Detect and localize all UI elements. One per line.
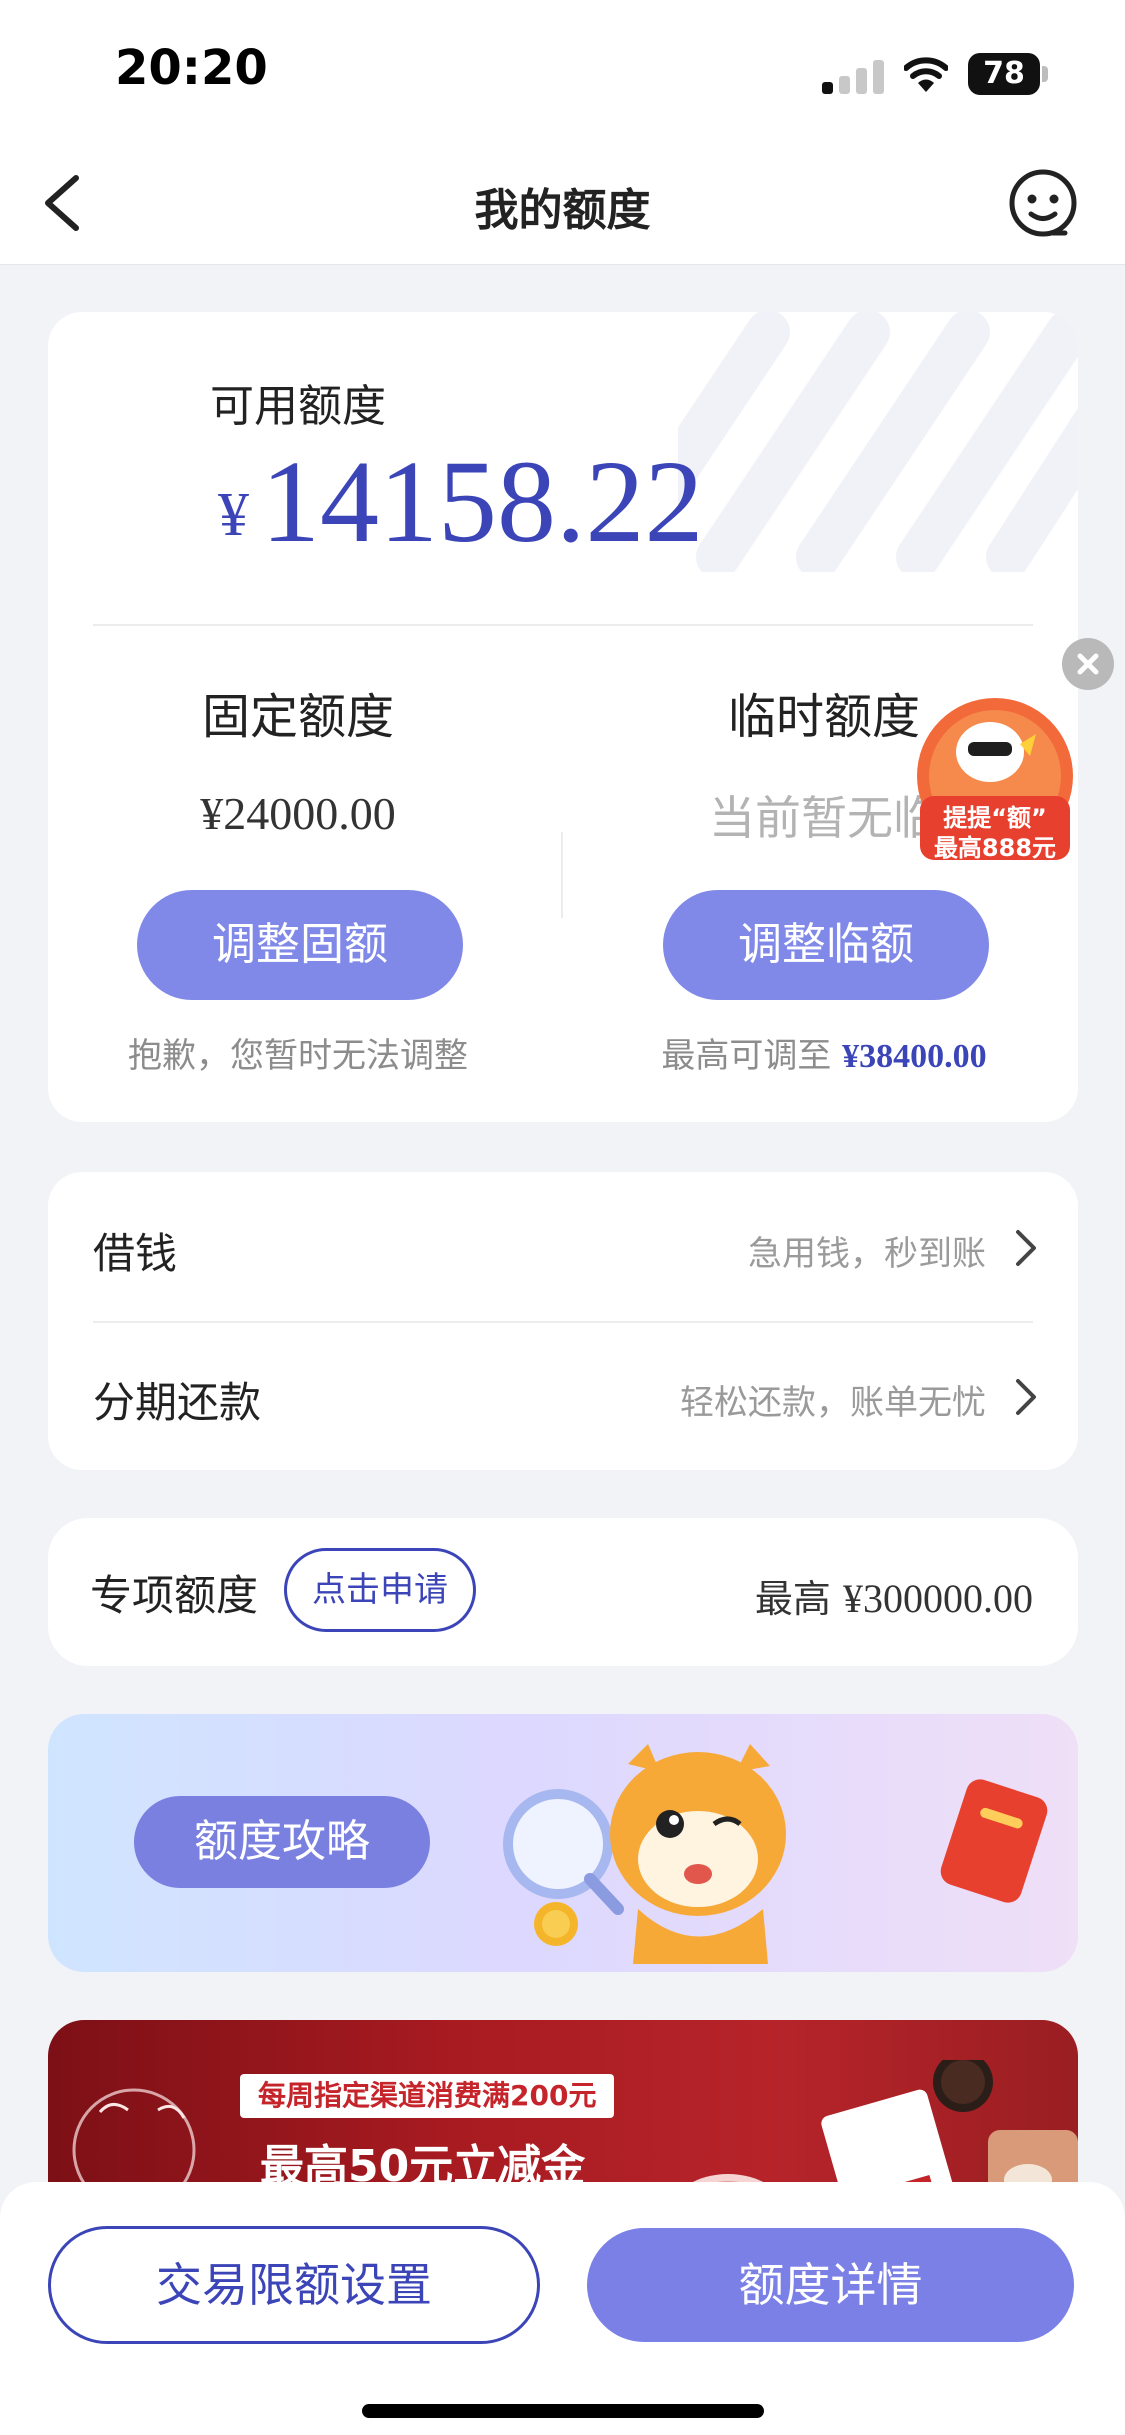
special-quota-card: 专项额度 点击申请 最高 ¥300000.00 bbox=[48, 1518, 1078, 1666]
divider-vertical bbox=[561, 832, 563, 918]
special-quota-label: 专项额度 bbox=[90, 1571, 259, 1620]
divider bbox=[93, 624, 1033, 626]
close-icon bbox=[1077, 653, 1099, 675]
status-bar: 20:20 78 bbox=[0, 0, 1125, 140]
tiger-mascot-illustration bbox=[503, 1744, 1048, 1964]
customer-service-icon[interactable] bbox=[1005, 167, 1081, 243]
service-list-card: 借钱 急用钱，秒到账 分期还款 轻松还款，账单无忧 bbox=[48, 1172, 1078, 1470]
wifi-icon bbox=[904, 57, 948, 92]
list-item-installment[interactable]: 分期还款 轻松还款，账单无忧 bbox=[48, 1321, 1078, 1470]
decorative-stripes bbox=[678, 312, 1078, 572]
list-item-desc: 轻松还款，账单无忧 bbox=[680, 1383, 986, 1423]
temporary-note-prefix: 最高可调至 bbox=[661, 1036, 832, 1076]
quota-boost-badge[interactable]: 提提“额” 最高888元 bbox=[910, 694, 1080, 864]
page-title: 我的额度 bbox=[474, 185, 651, 236]
battery-level: 78 bbox=[968, 53, 1040, 95]
special-quota-max: 最高 ¥300000.00 bbox=[755, 1568, 1033, 1623]
nav-bar: 我的额度 bbox=[0, 140, 1125, 265]
chevron-right-icon bbox=[1016, 1230, 1036, 1266]
available-amount-value: 14158.22 bbox=[261, 436, 704, 567]
cellular-signal-icon bbox=[822, 58, 884, 94]
apply-button[interactable]: 点击申请 bbox=[284, 1548, 476, 1632]
transaction-limit-settings-button[interactable]: 交易限额设置 bbox=[48, 2226, 540, 2344]
special-max-prefix: 最高 bbox=[754, 1577, 831, 1621]
bottom-action-bar: 交易限额设置 额度详情 bbox=[0, 2182, 1125, 2435]
home-indicator bbox=[362, 2404, 764, 2418]
adjust-temporary-quota-button[interactable]: 调整临额 bbox=[663, 890, 989, 1000]
fixed-quota-title: 固定额度 bbox=[201, 689, 394, 745]
battery-icon: 78 bbox=[968, 53, 1048, 95]
list-item-desc: 急用钱，秒到账 bbox=[748, 1234, 986, 1274]
chevron-right-icon bbox=[1016, 1379, 1036, 1415]
strategy-label: 额度攻略 bbox=[134, 1796, 430, 1888]
available-quota-label: 可用额度 bbox=[210, 381, 386, 432]
list-item-label: 分期还款 bbox=[93, 1378, 262, 1427]
my-quota-page: 20:20 78 我的额度 可用额度 ¥ 14158.22 固定额度 ¥2400… bbox=[0, 0, 1125, 2435]
promo-subtitle: 每周指定渠道消费满200元 bbox=[240, 2074, 615, 2118]
quota-details-button[interactable]: 额度详情 bbox=[587, 2228, 1074, 2342]
available-quota-amount: ¥14158.22 bbox=[218, 434, 704, 570]
fixed-quota-amount: ¥24000.00 bbox=[200, 788, 396, 839]
list-item-label: 借钱 bbox=[93, 1229, 178, 1278]
adjust-fixed-quota-button[interactable]: 调整固额 bbox=[137, 890, 463, 1000]
currency-symbol: ¥ bbox=[218, 481, 249, 549]
fixed-quota-note: 抱歉，您暂时无法调整 bbox=[128, 1036, 468, 1076]
temporary-max-amount: ¥38400.00 bbox=[842, 1038, 987, 1075]
special-max-amount: ¥300000.00 bbox=[843, 1576, 1033, 1621]
float-close-button[interactable] bbox=[1062, 638, 1114, 690]
list-item-borrow[interactable]: 借钱 急用钱，秒到账 bbox=[48, 1172, 1078, 1321]
status-time: 20:20 bbox=[115, 40, 268, 96]
temporary-quota-note: 最高可调至 ¥38400.00 bbox=[604, 1028, 1044, 1077]
quota-strategy-banner[interactable]: 额度攻略 bbox=[48, 1714, 1078, 1972]
badge-line-2: 最高888元 bbox=[933, 834, 1057, 862]
